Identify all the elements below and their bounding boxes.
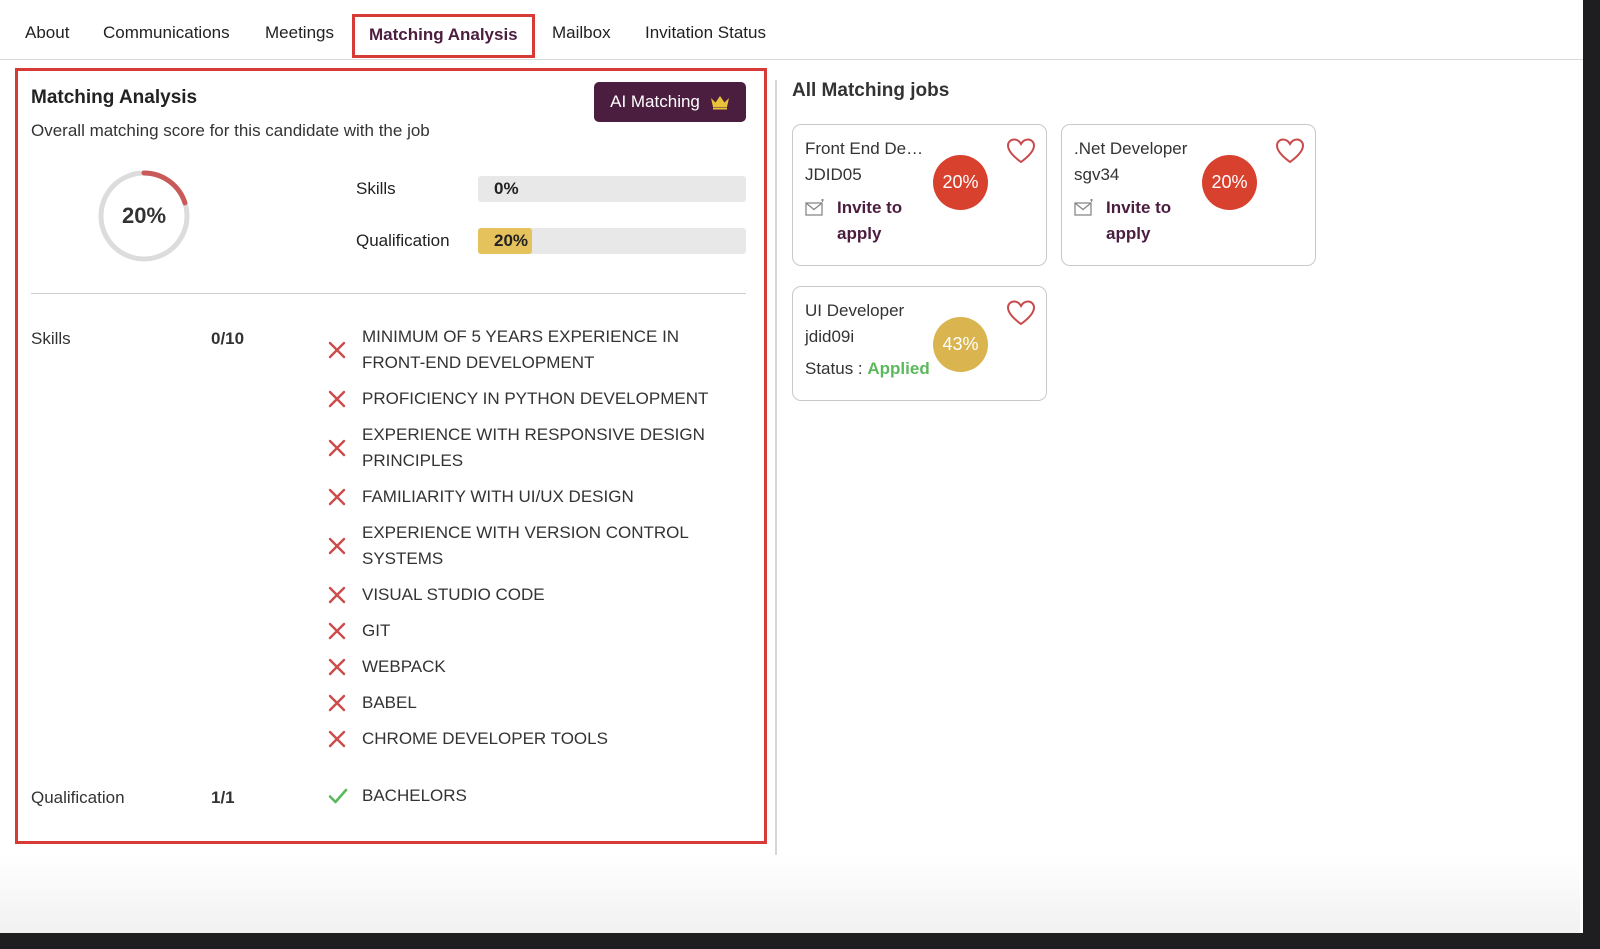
skill-item: PROFICIENCY IN PYTHON DEVELOPMENT: [328, 386, 738, 412]
skills-bar-label: Skills: [356, 179, 396, 198]
qualification-progress-text: 20%: [494, 231, 529, 250]
qualification-section-score: 1/1: [211, 788, 235, 807]
qualification-bar-label: Qualification: [356, 231, 450, 250]
mail-icon: [1074, 199, 1093, 216]
heart-icon[interactable]: [1006, 137, 1036, 165]
cross-icon: [328, 658, 362, 676]
invite-to-apply-link[interactable]: Invite to apply: [805, 195, 917, 247]
job-title: .Net Developer: [1074, 139, 1188, 158]
skill-item-text: VISUAL STUDIO CODE: [362, 585, 545, 604]
job-id: sgv34: [1074, 165, 1120, 184]
heart-icon[interactable]: [1275, 137, 1305, 165]
cross-icon: [328, 694, 362, 712]
skill-item: GIT: [328, 618, 738, 644]
invite-to-apply-text: Invite to apply: [837, 198, 903, 243]
skills-progress-text: 0%: [494, 179, 519, 198]
skills-progress-bar: 0%: [478, 176, 746, 202]
skill-item: VISUAL STUDIO CODE: [328, 582, 738, 608]
invite-to-apply-text: Invite to apply: [1106, 198, 1172, 243]
cross-icon: [328, 586, 362, 604]
matching-analysis-panel: Matching Analysis Overall matching score…: [15, 68, 767, 844]
tab-about[interactable]: About: [25, 14, 69, 58]
cross-icon: [328, 622, 362, 640]
job-card[interactable]: .Net Developer sgv34 20% Invite to apply: [1061, 124, 1316, 266]
panel-subtitle: Overall matching score for this candidat…: [31, 121, 430, 140]
tab-invitation-status[interactable]: Invitation Status: [645, 14, 766, 58]
skill-item-text: MINIMUM OF 5 YEARS EXPERIENCE IN FRONT-E…: [362, 327, 680, 372]
job-title: UI Developer: [805, 301, 905, 320]
cross-icon: [328, 488, 362, 506]
skill-item-text: WEBPACK: [362, 657, 446, 676]
job-card[interactable]: Front End De… JDID05 20% Invite to apply: [792, 124, 1047, 266]
section-divider: [31, 293, 746, 294]
page-footer-shade: [0, 855, 1580, 933]
status-badge: Applied: [867, 359, 930, 378]
crown-icon: [710, 96, 729, 110]
skill-item: WEBPACK: [328, 654, 738, 680]
qualification-progress-bar: 20%: [478, 228, 746, 254]
skill-item-text: FAMILIARITY WITH UI/UX DESIGN: [362, 487, 634, 506]
cross-icon: [328, 341, 362, 359]
skills-section-label: Skills: [31, 329, 71, 348]
window-edge: [1583, 0, 1600, 949]
skill-item: BABEL: [328, 690, 738, 716]
skill-item-text: EXPERIENCE WITH RESPONSIVE DESIGN PRINCI…: [362, 425, 705, 470]
job-match-score: 20%: [933, 155, 988, 210]
skill-item: CHROME DEVELOPER TOOLS: [328, 726, 738, 752]
cross-icon: [328, 730, 362, 748]
panel-title: Matching Analysis: [31, 87, 198, 108]
job-title: Front End De…: [805, 139, 924, 158]
cross-icon: [328, 537, 362, 555]
job-id: jdid09i: [805, 327, 855, 346]
skill-item-text: CHROME DEVELOPER TOOLS: [362, 729, 608, 748]
dock-bar: [0, 933, 1600, 949]
qualification-item: BACHELORS: [328, 783, 738, 809]
skill-item: FAMILIARITY WITH UI/UX DESIGN: [328, 484, 738, 510]
ai-matching-button[interactable]: AI Matching: [594, 82, 746, 122]
matching-jobs-title: All Matching jobs: [792, 80, 950, 101]
mail-icon: [805, 199, 824, 216]
heart-icon[interactable]: [1006, 299, 1036, 327]
tab-bar: About Communications Meetings Matching A…: [0, 14, 1590, 60]
panel-divider: [775, 80, 777, 923]
status-label: Status :: [805, 359, 863, 378]
tab-mailbox[interactable]: Mailbox: [552, 14, 611, 58]
tab-matching-analysis[interactable]: Matching Analysis: [352, 14, 535, 58]
skill-item-text: BABEL: [362, 693, 417, 712]
application-status: Status : Applied: [805, 359, 930, 379]
skills-section-score: 0/10: [211, 329, 245, 348]
skill-item: EXPERIENCE WITH VERSION CONTROL SYSTEMS: [328, 520, 738, 572]
skill-item: EXPERIENCE WITH RESPONSIVE DESIGN PRINCI…: [328, 422, 738, 474]
skill-item-text: EXPERIENCE WITH VERSION CONTROL SYSTEMS: [362, 523, 689, 568]
tab-communications[interactable]: Communications: [103, 14, 230, 58]
job-id: JDID05: [805, 165, 862, 184]
qualification-section-label: Qualification: [31, 788, 125, 807]
overall-score-label: 20%: [121, 203, 167, 228]
cross-icon: [328, 390, 362, 408]
invite-to-apply-link[interactable]: Invite to apply: [1074, 195, 1186, 247]
skill-item: MINIMUM OF 5 YEARS EXPERIENCE IN FRONT-E…: [328, 324, 738, 376]
skill-item-text: GIT: [362, 621, 391, 640]
ai-matching-label: AI Matching: [610, 92, 700, 111]
cross-icon: [328, 439, 362, 457]
qualification-item-text: BACHELORS: [362, 786, 467, 805]
job-match-score: 20%: [1202, 155, 1257, 210]
skill-item-text: PROFICIENCY IN PYTHON DEVELOPMENT: [362, 389, 709, 408]
check-icon: [328, 788, 362, 804]
job-match-score: 43%: [933, 317, 988, 372]
tab-meetings[interactable]: Meetings: [265, 14, 334, 58]
job-card[interactable]: UI Developer jdid09i 43% Status : Applie…: [792, 286, 1047, 401]
